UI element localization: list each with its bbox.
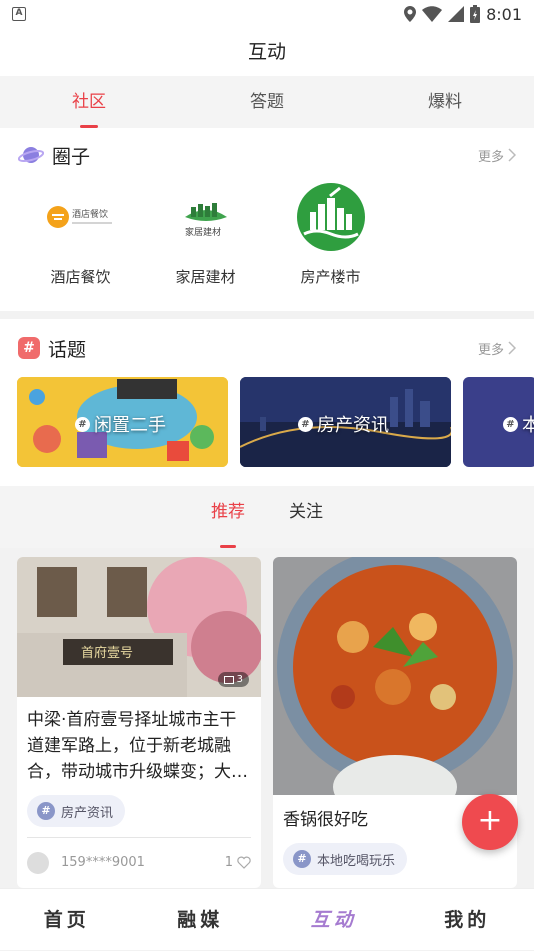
post-user: 159****9001 bbox=[61, 855, 145, 870]
circles-section: 圈子 更多 酒店餐饮 酒店餐饮 bbox=[0, 128, 534, 311]
realestate-logo bbox=[296, 182, 366, 252]
status-bar: A 8:01 bbox=[0, 0, 534, 28]
image-count-badge: 3 bbox=[218, 672, 249, 687]
topics-title: 话题 bbox=[48, 335, 86, 362]
post-tag-wrap: # 房产资讯 bbox=[17, 785, 261, 827]
nav-media[interactable]: 融媒 bbox=[134, 889, 268, 950]
tab-recommend[interactable]: 推荐 bbox=[211, 486, 245, 548]
home-logo-text: 家居建材 bbox=[185, 226, 221, 238]
tag-hash-icon: # bbox=[37, 802, 55, 820]
circle-item-hotel[interactable]: 酒店餐饮 酒店餐饮 bbox=[18, 182, 143, 287]
chevron-right-icon bbox=[508, 148, 516, 162]
post-tag[interactable]: # 房产资讯 bbox=[27, 795, 125, 827]
topic-list: # 闲置二手 # 房产资讯 # 本 bbox=[0, 377, 534, 467]
topic-label: # 房产资讯 bbox=[298, 411, 389, 437]
circle-name: 家居建材 bbox=[143, 266, 268, 287]
tab-community[interactable]: 社区 bbox=[0, 76, 178, 128]
topics-header: # 话题 更多 bbox=[0, 319, 534, 377]
topic-label-text: 房产资讯 bbox=[317, 411, 389, 437]
heart-icon bbox=[237, 856, 251, 869]
topic-label: # 闲置二手 bbox=[75, 411, 166, 437]
status-icons: 8:01 bbox=[404, 5, 522, 24]
image-count: 3 bbox=[237, 674, 243, 685]
tag-hash-icon: # bbox=[293, 850, 311, 868]
topics-section: # 话题 更多 # 闲置二手 bbox=[0, 319, 534, 486]
topics-more-link[interactable]: 更多 bbox=[478, 339, 516, 358]
bottom-nav: 首页 融媒 互动 我的 bbox=[0, 888, 534, 950]
top-tabs: 社区 答题 爆料 bbox=[0, 76, 534, 128]
home-logo: 家居建材 bbox=[171, 182, 241, 252]
circles-list: 酒店餐饮 酒店餐饮 家居建材 家居建材 bbox=[0, 182, 534, 287]
circle-name: 酒店餐饮 bbox=[18, 266, 143, 287]
topic-label-text: 闲置二手 bbox=[94, 411, 166, 437]
tab-follow[interactable]: 关注 bbox=[289, 486, 323, 548]
post-tag-label: 本地吃喝玩乐 bbox=[317, 850, 395, 869]
nav-mine[interactable]: 我的 bbox=[401, 889, 534, 950]
status-time: 8:01 bbox=[486, 5, 522, 24]
like-button[interactable]: 1 bbox=[225, 855, 251, 870]
topic-card-local[interactable]: # 本 bbox=[463, 377, 534, 467]
add-post-button[interactable]: + bbox=[462, 794, 518, 850]
circles-title: 圈子 bbox=[52, 142, 90, 169]
post-title: 中梁·首府壹号择址城市主干道建军路上，位于新老城融合，带动城市升级蝶变；大… bbox=[17, 697, 261, 785]
topic-label-text: 本 bbox=[522, 411, 534, 437]
hotel-logo-text: 酒店餐饮 bbox=[72, 208, 108, 220]
circles-more-label: 更多 bbox=[478, 146, 504, 165]
nav-home[interactable]: 首页 bbox=[0, 889, 134, 950]
post-tag-label: 房产资讯 bbox=[61, 802, 113, 821]
post-image bbox=[273, 557, 517, 795]
battery-icon bbox=[470, 5, 480, 23]
topic-card-secondhand[interactable]: # 闲置二手 bbox=[17, 377, 228, 467]
sign-text: 首府壹号 bbox=[81, 646, 133, 661]
circle-item-home[interactable]: 家居建材 家居建材 bbox=[143, 182, 268, 287]
avatar[interactable] bbox=[27, 852, 49, 874]
circle-name: 房产楼市 bbox=[268, 266, 393, 287]
nav-interact[interactable]: 互动 bbox=[267, 889, 401, 950]
page-title: 互动 bbox=[0, 28, 534, 76]
topic-tag-icon: # bbox=[298, 417, 313, 432]
circle-item-realestate[interactable]: 房产楼市 bbox=[268, 182, 393, 287]
post-card[interactable]: 首府壹号 3 中梁·首府壹号择址城市主干道建军路上，位于新老城融合，带动城市升级… bbox=[17, 557, 261, 888]
topic-tag-icon: # bbox=[503, 417, 518, 432]
circles-header: 圈子 更多 bbox=[0, 128, 534, 182]
post-tag[interactable]: # 本地吃喝玩乐 bbox=[283, 843, 407, 875]
topic-tag-icon: # bbox=[75, 417, 90, 432]
chevron-right-icon bbox=[508, 341, 516, 355]
circles-more-link[interactable]: 更多 bbox=[478, 146, 516, 165]
wifi-icon bbox=[422, 6, 442, 22]
tab-report[interactable]: 爆料 bbox=[356, 76, 534, 128]
signal-icon bbox=[448, 6, 464, 22]
tab-quiz[interactable]: 答题 bbox=[178, 76, 356, 128]
post-image: 首府壹号 3 bbox=[17, 557, 261, 697]
topic-hash-icon: # bbox=[18, 337, 40, 359]
topics-more-label: 更多 bbox=[478, 339, 504, 358]
topic-label: # 本 bbox=[503, 411, 534, 437]
notification-icon: A bbox=[12, 7, 26, 21]
image-icon bbox=[224, 676, 234, 684]
feed-tabs: 推荐 关注 bbox=[0, 486, 534, 548]
post-footer: 159****9001 1 bbox=[27, 837, 251, 887]
like-count: 1 bbox=[225, 855, 233, 870]
topic-card-realestate[interactable]: # 房产资讯 bbox=[240, 377, 451, 467]
location-icon bbox=[404, 6, 416, 22]
hotel-logo: 酒店餐饮 bbox=[46, 182, 116, 252]
planet-icon bbox=[18, 144, 44, 166]
